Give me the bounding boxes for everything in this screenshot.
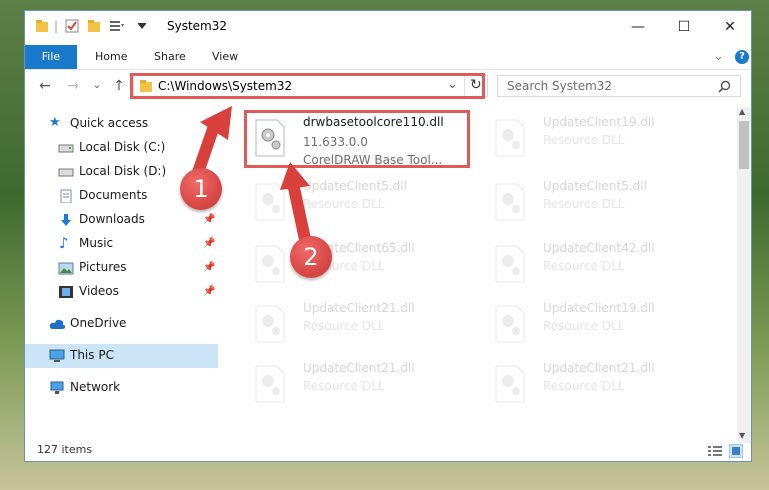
search-icon[interactable] [718,80,731,93]
sidebar-item-network[interactable]: Network [25,377,218,399]
computer-icon [49,349,65,362]
divider: | [54,19,59,33]
file-description: Resource DLL [543,197,625,211]
drive-icon [58,144,74,153]
vertical-scrollbar[interactable]: ▲ ▼ [737,107,751,443]
sidebar-item-music[interactable]: ♪ Music 📌 [25,233,218,255]
status-bar: 127 items [25,441,751,461]
new-folder-icon[interactable] [87,19,101,33]
dll-file-icon [255,365,285,403]
sidebar-item-label: Local Disk (D:) [79,164,167,178]
file-item[interactable]: UpdateClient21.dll Resource DLL [245,357,475,413]
dll-file-icon [495,365,525,403]
search-placeholder: Search System32 [507,79,613,93]
sidebar-item-label: Documents [79,188,148,202]
star-icon: ★ [49,115,61,130]
large-icons-view-icon[interactable] [729,444,743,458]
file-name: UpdateClient21.dll [543,361,655,375]
file-description: Resource DLL [543,379,625,393]
window-title: System32 [167,19,228,33]
item-count: 127 items [37,443,93,456]
film-icon [59,286,73,298]
scrollbar-thumb[interactable] [739,121,749,169]
folder-icon [36,20,48,32]
file-description: Resource DLL [543,133,625,147]
documents-icon [60,189,72,203]
network-icon [50,381,64,394]
dll-file-icon [495,183,525,221]
sidebar-item-label: Quick access [70,116,149,130]
file-name: UpdateClient19.dll [543,115,655,129]
file-name: UpdateClient5.dll [543,179,647,193]
sidebar-item-label: OneDrive [70,316,127,330]
tab-view[interactable]: View [212,45,238,69]
download-arrow-icon [61,214,71,226]
ribbon-tabs: File Home Share View ⌄ ? [25,45,751,70]
dll-file-icon [495,245,525,283]
sidebar-item-onedrive[interactable]: OneDrive [25,313,218,335]
file-item[interactable]: UpdateClient21.dll Resource DLL [245,297,475,353]
customize-quick-access-icon[interactable] [109,19,125,33]
pin-icon[interactable]: 📌 [203,238,215,249]
drive-icon [58,168,74,177]
dll-file-icon [255,305,285,343]
search-input[interactable]: Search System32 [497,75,741,97]
sidebar-item-label: This PC [70,348,114,362]
sidebar-item-videos[interactable]: Videos 📌 [25,281,218,303]
file-name: UpdateClient42.dll [543,241,655,255]
expand-ribbon-button[interactable]: ⌄ [713,45,724,69]
maximize-button[interactable]: ☐ [661,11,707,43]
file-item[interactable]: UpdateClient5.dll Resource DLL [485,175,715,231]
sidebar-item-label: Pictures [79,260,127,274]
file-item[interactable]: UpdateClient19.dll Resource DLL [485,297,715,353]
file-name: UpdateClient19.dll [543,301,655,315]
music-note-icon: ♪ [59,234,69,252]
up-arrow-icon[interactable]: ↑ [109,76,129,96]
sidebar-item-label: Downloads [79,212,145,226]
sidebar-item-label: Local Disk (C:) [79,140,166,154]
sidebar-item-this-pc[interactable]: This PC [25,344,218,368]
pin-icon[interactable]: 📌 [203,262,215,273]
cloud-icon [49,319,65,329]
title-bar: | System32 — ☐ ✕ [25,11,751,43]
step-2-callout: 2 [290,236,332,278]
file-item[interactable]: UpdateClient21.dll Resource DLL [485,357,715,413]
tab-share[interactable]: Share [154,45,186,69]
details-view-icon[interactable] [707,445,723,457]
sidebar-item-pictures[interactable]: Pictures 📌 [25,257,218,279]
minimize-button[interactable]: — [615,11,661,43]
pin-icon[interactable]: 📌 [203,214,215,225]
file-name: UpdateClient21.dll [303,301,415,315]
dropdown-arrow-icon[interactable] [137,23,147,31]
scroll-up-icon[interactable]: ▲ [739,107,745,116]
file-item[interactable]: UpdateClient19.dll Resource DLL [485,111,715,167]
scroll-down-icon[interactable]: ▼ [739,431,745,440]
pin-icon[interactable]: 📌 [203,286,215,297]
back-arrow-icon[interactable]: ← [35,76,55,96]
tab-file[interactable]: File [25,45,77,69]
tab-home[interactable]: Home [95,45,127,69]
recent-locations-icon[interactable]: ⌄ [87,76,107,96]
file-description: Resource DLL [303,319,385,333]
sidebar-item-downloads[interactable]: Downloads 📌 [25,209,218,231]
dll-file-icon [495,119,525,157]
sidebar-item-label: Music [79,236,114,250]
forward-arrow-icon[interactable]: → [63,76,83,96]
help-button[interactable]: ? [735,50,749,64]
step-1-callout: 1 [180,168,222,210]
file-description: Resource DLL [303,379,385,393]
file-name: UpdateClient21.dll [303,361,415,375]
sidebar-item-label: Network [70,380,121,394]
file-item[interactable]: UpdateClient42.dll Resource DLL [485,237,715,293]
dll-file-icon [495,305,525,343]
file-description: Resource DLL [543,259,625,273]
file-description: Resource DLL [543,319,625,333]
close-button[interactable]: ✕ [707,11,753,43]
pictures-icon [58,262,74,275]
properties-icon[interactable] [65,19,79,33]
sidebar-item-label: Videos [79,284,119,298]
